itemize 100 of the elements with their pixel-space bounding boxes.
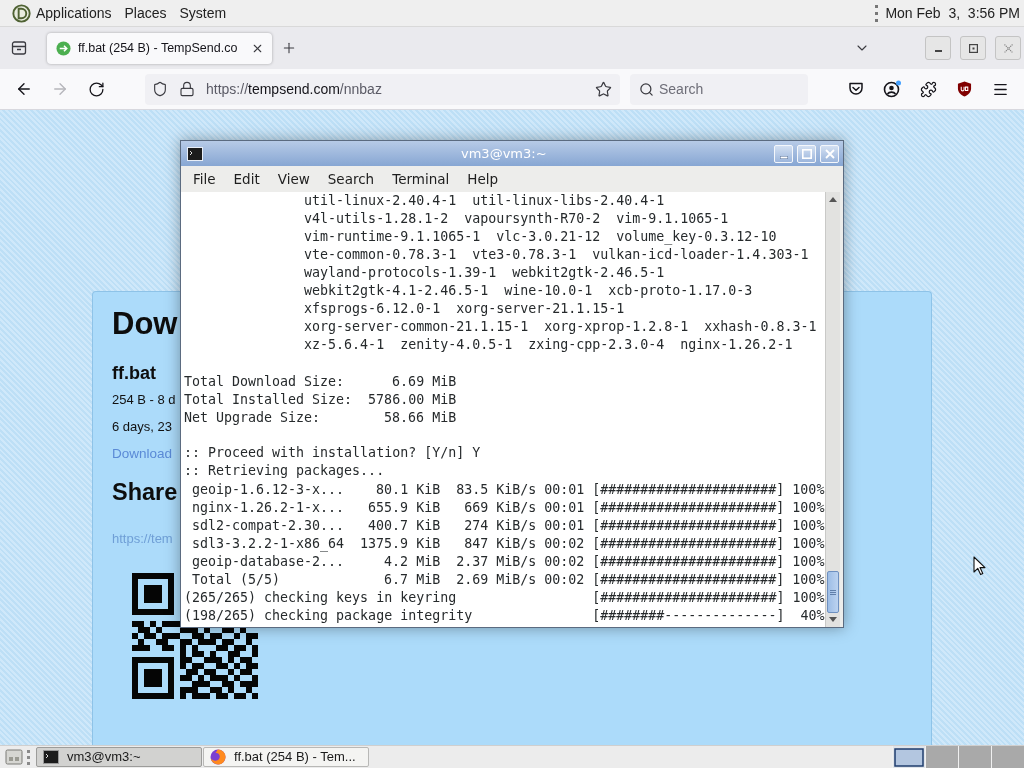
elapsed-time: 00:01	[544, 482, 585, 497]
workspace[interactable]	[892, 746, 925, 768]
progress-percent: 100%	[792, 500, 825, 515]
shield-badge-icon	[956, 81, 972, 97]
menu-item[interactable]: Help	[461, 170, 505, 188]
package-name: vulkan-icd-loader-1.4.303-1	[592, 246, 809, 264]
download-rate: 847 KiB/s	[464, 536, 537, 551]
progress-percent: 100%	[792, 536, 825, 551]
arrow-circle-icon	[56, 40, 71, 56]
maximize-button[interactable]	[960, 36, 986, 60]
package-name: sdl2-compat-2.30...	[192, 518, 345, 533]
minimize-button[interactable]	[925, 36, 951, 60]
elapsed-time: 00:01	[544, 500, 585, 515]
output-line: (198/265) checking package integrity	[184, 608, 473, 623]
panel-menu[interactable]: Applications	[32, 3, 116, 23]
address-bar[interactable]: https://tempsend.com/nnbaz	[145, 73, 620, 105]
file-info: 254 B - 8 d	[112, 391, 176, 409]
progress-bar-text: [######################]	[592, 572, 785, 587]
package-name: wine-10.0-1	[504, 282, 593, 300]
package-name: sdl3-3.2.2-1-x86_64	[192, 536, 345, 551]
scroll-down-arrow-icon[interactable]	[829, 617, 837, 622]
download-size: 80.1 KiB	[376, 482, 441, 497]
package-name: volume_key-0.3.12-10	[616, 228, 777, 246]
menu-item[interactable]: Edit	[227, 170, 266, 188]
elapsed-time: 00:01	[544, 518, 585, 533]
logo-icon[interactable]	[12, 3, 31, 23]
package-name: xxhash-0.8.3-1	[704, 318, 817, 336]
download-rate: 2.69 MiB/s	[456, 572, 537, 587]
package-name: util-linux-libs-2.40.4-1	[472, 192, 665, 210]
download-rate: 274 KiB/s	[464, 518, 537, 533]
download-size: 655.9 KiB	[368, 500, 441, 515]
maximize-icon	[801, 148, 812, 159]
window-title: vm3@vm3:~	[461, 145, 547, 162]
drag-handle-icon[interactable]	[27, 749, 30, 765]
package-name: vte-common-0.78.3-1	[304, 246, 457, 264]
size-label: Total Installed Size:	[184, 392, 353, 407]
scrollbar-thumb[interactable]	[827, 571, 839, 613]
menu-item[interactable]: Terminal	[386, 170, 456, 188]
package-name: nginx-1.26.2-1-x...	[192, 500, 345, 515]
progress-bar-text: [######################]	[592, 554, 785, 569]
elapsed-time: 00:02	[544, 554, 585, 569]
page-heading: Dow	[112, 305, 178, 343]
output-line: (265/265) checking keys in keyring	[184, 590, 457, 605]
minimize-icon	[934, 50, 942, 52]
package-name: util-linux-2.40.4-1	[304, 192, 457, 210]
panel-menu[interactable]: System	[175, 3, 231, 23]
menu-item[interactable]: View	[271, 170, 316, 188]
package-name: vapoursynth-R70-2	[464, 210, 601, 228]
window-thumbnail-icon	[894, 747, 924, 767]
size-value: 6.69 MiB	[392, 374, 457, 389]
elapsed-time: 00:02	[544, 572, 585, 587]
elapsed-time: 00:02	[544, 536, 585, 551]
menu-item[interactable]: Search	[321, 170, 381, 188]
download-size: 1375.9 KiB	[360, 536, 441, 551]
expiry-text: 6 days, 23	[112, 418, 172, 436]
package-name: xz-5.6.4-1	[304, 336, 385, 354]
tab-list-button[interactable]	[9, 38, 29, 58]
scrollbar[interactable]	[825, 192, 840, 627]
progress-bar-text: [######################]	[592, 590, 785, 605]
search-field[interactable]: Search	[630, 73, 808, 105]
download-size: 400.7 KiB	[368, 518, 441, 533]
url-text[interactable]: https://tempsend.com/nnbaz	[206, 80, 382, 98]
progress-bar-text: [######################]	[592, 518, 785, 533]
progress-bar-text: [######################]	[592, 536, 785, 551]
package-name: webkit2gtk-2.46.5-1	[512, 264, 665, 282]
output-line: :: Retrieving packages...	[184, 462, 385, 480]
progress-bar-text: [######################]	[592, 500, 785, 515]
minimize-icon	[779, 156, 788, 159]
package-name: xorg-server-21.1.15-1	[456, 300, 625, 318]
close-icon	[824, 148, 835, 159]
package-name: Total (5/5)	[192, 572, 281, 587]
file-name: ff.bat	[112, 362, 156, 385]
taskbar-button[interactable]: vm3@vm3:~	[36, 747, 202, 767]
menu-item[interactable]: File	[187, 170, 222, 188]
progress-percent: 40%	[800, 608, 825, 623]
package-name: vim-9.1.1065-1	[616, 210, 729, 228]
archive-box-icon	[11, 40, 27, 56]
package-name: vte3-0.78.3-1	[472, 246, 577, 264]
drag-handle-icon[interactable]	[875, 4, 879, 22]
progress-percent: 100%	[792, 554, 825, 569]
panel-menu[interactable]: Places	[120, 3, 171, 23]
clock[interactable]: Mon Feb 3, 3:56 PM	[885, 3, 1020, 23]
progress-percent: 100%	[792, 572, 825, 587]
terminal-icon	[187, 146, 203, 161]
download-rate: 2.37 MiB/s	[456, 554, 537, 569]
package-name: geoip-database-2...	[192, 554, 345, 569]
account-icon	[882, 80, 902, 98]
lock-icon[interactable]	[179, 81, 195, 97]
star-icon[interactable]	[595, 80, 612, 98]
package-name: v4l-utils-1.28.1-2	[304, 210, 449, 228]
scroll-up-arrow-icon[interactable]	[829, 197, 837, 202]
shield-icon[interactable]	[152, 81, 168, 97]
browser-icon	[210, 749, 226, 765]
download-size: 6.7 MiB	[384, 572, 441, 587]
taskbar-button[interactable]: ff.bat (254 B) - Tem...	[203, 747, 369, 767]
size-label: Net Upgrade Size:	[184, 410, 321, 425]
share-heading: Share	[112, 478, 178, 507]
package-name: xorg-server-common-21.1.15-1	[304, 318, 529, 336]
browser-tab[interactable]: ff.bat (254 B) - TempSend.co	[47, 32, 272, 64]
forward-arrow-icon	[51, 80, 69, 98]
